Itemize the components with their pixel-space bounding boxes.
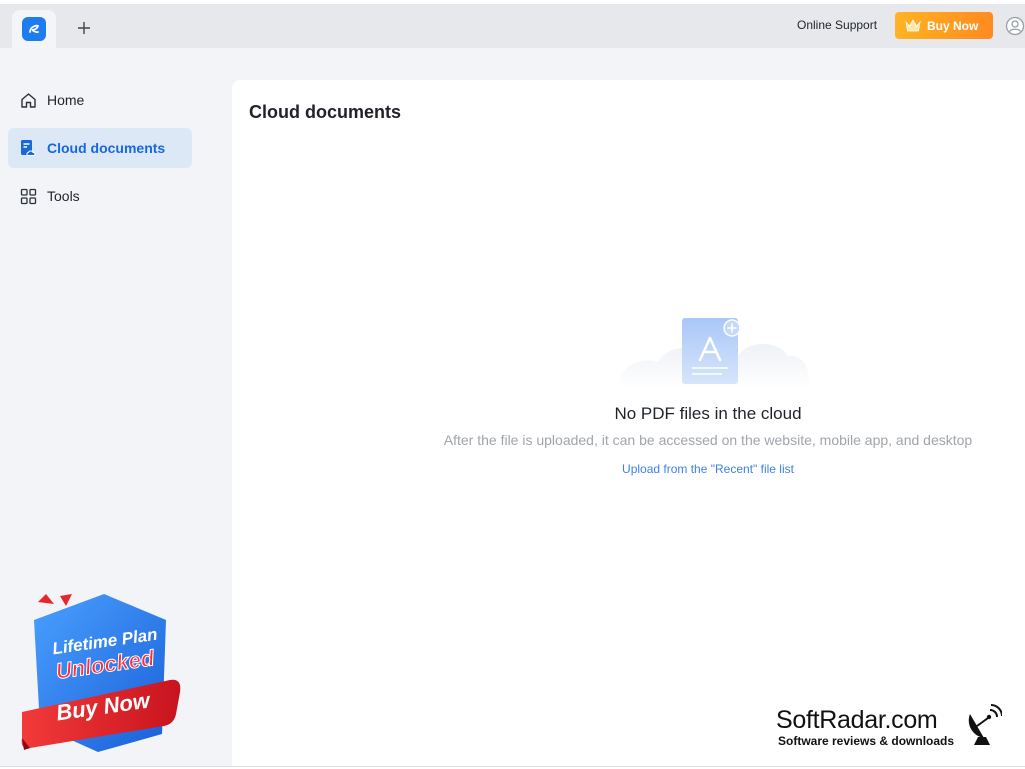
sidebar-item-label: Home [47, 92, 85, 108]
page-title: Cloud documents [249, 102, 401, 122]
buy-now-button[interactable]: Buy Now [895, 12, 993, 39]
empty-state-title: No PDF files in the cloud [614, 404, 802, 423]
empty-state-subtitle: After the file is uploaded, it can be ac… [443, 432, 973, 448]
sidebar-item-cloud-documents[interactable]: Cloud documents [8, 128, 192, 168]
sidebar: Home Cloud documents Tools Lifetime Plan… [0, 48, 200, 766]
app-logo-icon [22, 17, 46, 41]
main-panel: Cloud documents No PDF files in the clou… [232, 80, 1025, 766]
app-window: Online Support Buy Now Home Cloud docume… [0, 4, 1025, 767]
home-icon [19, 91, 37, 109]
upload-from-recent-link[interactable]: Upload from the "Recent" file list [232, 462, 1025, 476]
sidebar-item-label: Tools [47, 188, 80, 204]
watermark-title: SoftRadar.com [776, 706, 938, 734]
user-avatar-icon [1005, 16, 1025, 36]
online-support-link[interactable]: Online Support [797, 18, 877, 32]
buy-now-label: Buy Now [927, 18, 979, 33]
sidebar-item-label: Cloud documents [47, 140, 166, 156]
grid-icon [19, 187, 37, 205]
lifetime-plan-promo[interactable]: Lifetime Plan Unlocked Buy Now [20, 594, 184, 754]
sidebar-item-home[interactable]: Home [8, 80, 192, 120]
home-tab[interactable] [12, 10, 56, 48]
user-avatar-button[interactable] [1005, 16, 1025, 36]
cloud-document-icon [19, 139, 37, 157]
title-bar: Online Support Buy Now [0, 4, 1025, 48]
new-tab-button[interactable] [74, 18, 94, 38]
satellite-dish-icon [968, 704, 1002, 745]
sidebar-item-tools[interactable]: Tools [8, 176, 192, 216]
empty-cloud-pdf-icon [618, 318, 810, 388]
watermark-subtitle: Software reviews & downloads [778, 734, 955, 748]
plus-icon [78, 22, 90, 34]
crown-icon [905, 19, 921, 32]
